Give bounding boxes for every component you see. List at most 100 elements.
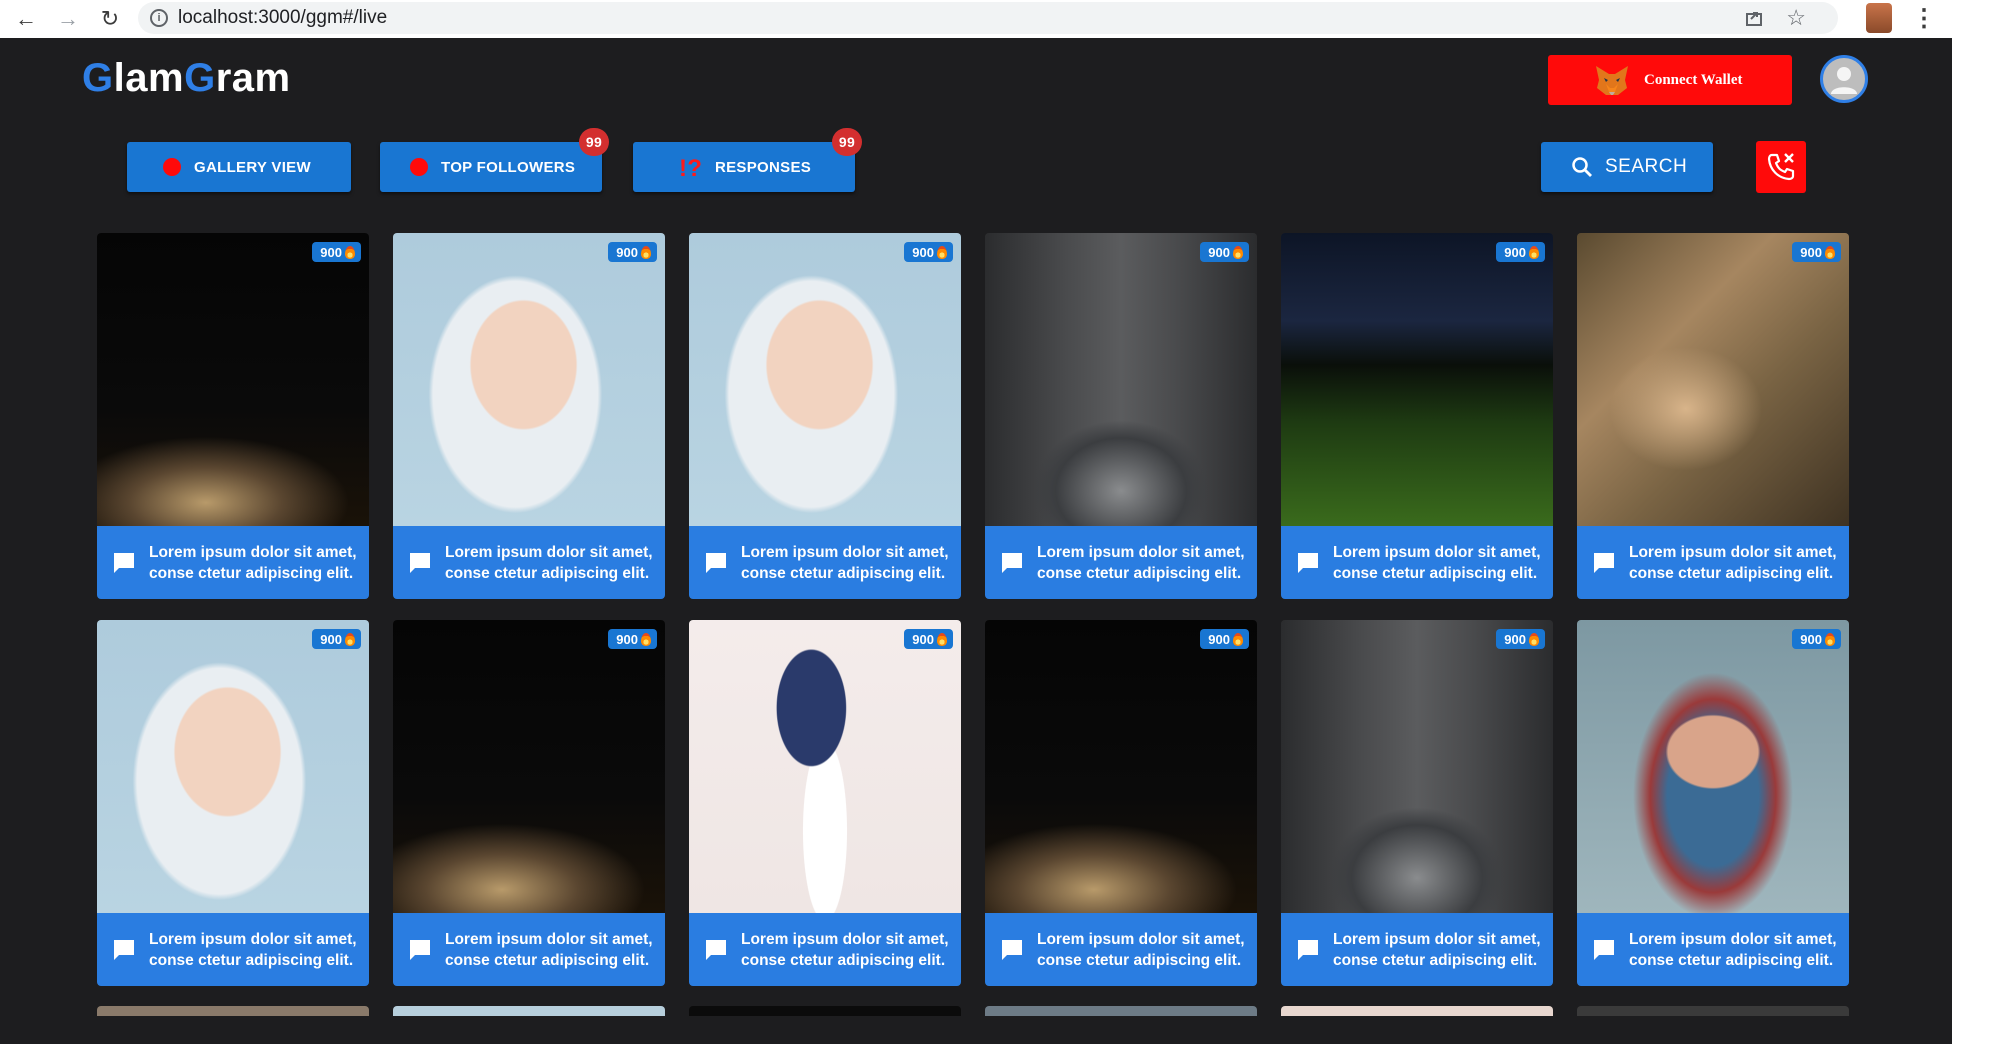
caption-line-2: conse ctetur adipiscing elit. bbox=[445, 564, 650, 582]
fire-icon bbox=[1233, 632, 1243, 646]
tab-top-followers[interactable]: TOP FOLLOWERS 99 bbox=[380, 128, 609, 192]
card-caption[interactable]: Lorem ipsum dolor sit amet, conse ctetur… bbox=[1281, 913, 1553, 986]
fire-count: 900 bbox=[1208, 631, 1230, 647]
fire-icon bbox=[1233, 245, 1243, 259]
card-caption[interactable]: Lorem ipsum dolor sit amet, conse ctetur… bbox=[393, 526, 665, 599]
browser-menu-icon[interactable]: ⋮ bbox=[1912, 4, 1936, 33]
comment-icon bbox=[1594, 939, 1614, 960]
gallery-card[interactable]: 900 Lorem ipsum dolor sit amet, conse ct… bbox=[393, 233, 665, 599]
gallery-card[interactable]: 900 Lorem ipsum dolor sit amet, conse ct… bbox=[393, 620, 665, 986]
tab-gallery-view[interactable]: GALLERY VIEW bbox=[127, 142, 351, 192]
bookmark-star-icon[interactable]: ☆ bbox=[1786, 5, 1806, 31]
card-caption[interactable]: Lorem ipsum dolor sit amet, conse ctetur… bbox=[1281, 526, 1553, 599]
gallery-card[interactable]: 900 Lorem ipsum dolor sit amet, conse ct… bbox=[689, 233, 961, 599]
caption-text: Lorem ipsum dolor sit amet, conse ctetur… bbox=[445, 929, 653, 971]
back-arrow-icon[interactable]: ← bbox=[12, 5, 40, 33]
fire-count-badge: 900 bbox=[1496, 242, 1545, 262]
caption-line-2: conse ctetur adipiscing elit. bbox=[1333, 564, 1538, 582]
gallery-card[interactable]: 900 Lorem ipsum dolor sit amet, conse ct… bbox=[689, 620, 961, 986]
forward-arrow-icon[interactable]: → bbox=[54, 5, 82, 33]
url-text[interactable]: localhost:3000/ggm#/live bbox=[178, 7, 387, 29]
caption-line-1: Lorem ipsum dolor sit amet, bbox=[1037, 930, 1245, 948]
tab-gallery-view-label: GALLERY VIEW bbox=[194, 158, 311, 176]
blonde-woman-image[interactable] bbox=[97, 620, 369, 913]
card-caption[interactable]: Lorem ipsum dolor sit amet, conse ctetur… bbox=[985, 526, 1257, 599]
card-caption[interactable]: Lorem ipsum dolor sit amet, conse ctetur… bbox=[1577, 526, 1849, 599]
card-caption[interactable]: Lorem ipsum dolor sit amet, conse ctetur… bbox=[97, 913, 369, 986]
corridor-figure-image[interactable] bbox=[1281, 620, 1553, 913]
fire-icon bbox=[641, 245, 651, 259]
tab-top-followers-label: TOP FOLLOWERS bbox=[441, 158, 576, 176]
gallery-card[interactable]: 900 Lorem ipsum dolor sit amet, conse ct… bbox=[1281, 233, 1553, 599]
metamask-fox-icon bbox=[1596, 66, 1628, 95]
caption-text: Lorem ipsum dolor sit amet, conse ctetur… bbox=[149, 929, 357, 971]
caption-line-1: Lorem ipsum dolor sit amet, bbox=[1333, 930, 1541, 948]
comment-icon bbox=[114, 552, 134, 573]
blonde-woman-image[interactable] bbox=[393, 233, 665, 526]
fire-count: 900 bbox=[912, 244, 934, 260]
scarf-woman-image[interactable] bbox=[1577, 620, 1849, 913]
notification-badge: 99 bbox=[579, 128, 609, 156]
corridor-figure-image[interactable] bbox=[985, 233, 1257, 526]
address-bar[interactable]: i localhost:3000/ggm#/live ☆ bbox=[138, 2, 1838, 34]
comment-icon bbox=[1002, 552, 1022, 573]
browser-toolbar: ← → ↻ i localhost:3000/ggm#/live ☆ ⋮ bbox=[0, 0, 2005, 38]
caption-line-2: conse ctetur adipiscing elit. bbox=[741, 951, 946, 969]
card-caption[interactable]: Lorem ipsum dolor sit amet, conse ctetur… bbox=[1577, 913, 1849, 986]
tab-responses[interactable]: !? RESPONSES 99 bbox=[633, 128, 862, 192]
card-caption[interactable]: Lorem ipsum dolor sit amet, conse ctetur… bbox=[689, 526, 961, 599]
fire-count-badge: 900 bbox=[904, 242, 953, 262]
gallery-card[interactable]: 900 Lorem ipsum dolor sit amet, conse ct… bbox=[1577, 233, 1849, 599]
gallery-card[interactable]: 900 Lorem ipsum dolor sit amet, conse ct… bbox=[1281, 620, 1553, 986]
caption-text: Lorem ipsum dolor sit amet, conse ctetur… bbox=[1629, 929, 1837, 971]
jumping-girl-image[interactable] bbox=[689, 620, 961, 913]
logo-letter-g1: G bbox=[82, 56, 114, 100]
fire-icon bbox=[937, 245, 947, 259]
card-peek bbox=[393, 1006, 665, 1016]
share-icon[interactable] bbox=[1744, 8, 1764, 28]
person-icon bbox=[1831, 67, 1857, 94]
notification-badge: 99 bbox=[832, 128, 862, 156]
fire-icon bbox=[1529, 632, 1539, 646]
gallery-card[interactable]: 900 Lorem ipsum dolor sit amet, conse ct… bbox=[97, 233, 369, 599]
bike-silhouette-image[interactable] bbox=[97, 233, 369, 526]
gallery-card[interactable]: 900 Lorem ipsum dolor sit amet, conse ct… bbox=[97, 620, 369, 986]
bike-silhouette-image[interactable] bbox=[393, 620, 665, 913]
bike-silhouette-image[interactable] bbox=[985, 620, 1257, 913]
comment-icon bbox=[706, 939, 726, 960]
reload-icon[interactable]: ↻ bbox=[96, 5, 124, 33]
connect-wallet-button[interactable]: Connect Wallet bbox=[1548, 55, 1792, 105]
fire-count: 900 bbox=[1800, 244, 1822, 260]
caption-line-2: conse ctetur adipiscing elit. bbox=[149, 564, 354, 582]
card-caption[interactable]: Lorem ipsum dolor sit amet, conse ctetur… bbox=[689, 913, 961, 986]
card-caption[interactable]: Lorem ipsum dolor sit amet, conse ctetur… bbox=[97, 526, 369, 599]
search-button[interactable]: SEARCH bbox=[1541, 142, 1713, 192]
record-dot-icon bbox=[163, 158, 181, 176]
card-peek bbox=[1577, 1006, 1849, 1016]
gallery-card[interactable]: 900 Lorem ipsum dolor sit amet, conse ct… bbox=[985, 620, 1257, 986]
gallery-card[interactable]: 900 Lorem ipsum dolor sit amet, conse ct… bbox=[985, 233, 1257, 599]
night-golf-image[interactable] bbox=[1281, 233, 1553, 526]
fire-icon bbox=[345, 245, 355, 259]
caption-line-2: conse ctetur adipiscing elit. bbox=[741, 564, 946, 582]
caption-line-1: Lorem ipsum dolor sit amet, bbox=[1629, 543, 1837, 561]
card-caption[interactable]: Lorem ipsum dolor sit amet, conse ctetur… bbox=[393, 913, 665, 986]
caption-line-2: conse ctetur adipiscing elit. bbox=[1333, 951, 1538, 969]
info-icon[interactable]: i bbox=[150, 9, 168, 27]
fire-icon bbox=[641, 632, 651, 646]
user-avatar[interactable] bbox=[1820, 55, 1868, 103]
blonde-woman-image[interactable] bbox=[689, 233, 961, 526]
caption-line-1: Lorem ipsum dolor sit amet, bbox=[741, 543, 949, 561]
caption-line-1: Lorem ipsum dolor sit amet, bbox=[741, 930, 949, 948]
caption-line-1: Lorem ipsum dolor sit amet, bbox=[445, 930, 653, 948]
app-logo[interactable]: GlamGram bbox=[82, 56, 291, 101]
gallery-card[interactable]: 900 Lorem ipsum dolor sit amet, conse ct… bbox=[1577, 620, 1849, 986]
card-caption[interactable]: Lorem ipsum dolor sit amet, conse ctetur… bbox=[985, 913, 1257, 986]
end-call-button[interactable] bbox=[1756, 141, 1806, 193]
rock-lizard-image[interactable] bbox=[1577, 233, 1849, 526]
comment-icon bbox=[1002, 939, 1022, 960]
fire-icon bbox=[1825, 632, 1835, 646]
caption-text: Lorem ipsum dolor sit amet, conse ctetur… bbox=[149, 542, 357, 584]
caption-line-1: Lorem ipsum dolor sit amet, bbox=[445, 543, 653, 561]
browser-profile-avatar[interactable] bbox=[1866, 3, 1892, 33]
